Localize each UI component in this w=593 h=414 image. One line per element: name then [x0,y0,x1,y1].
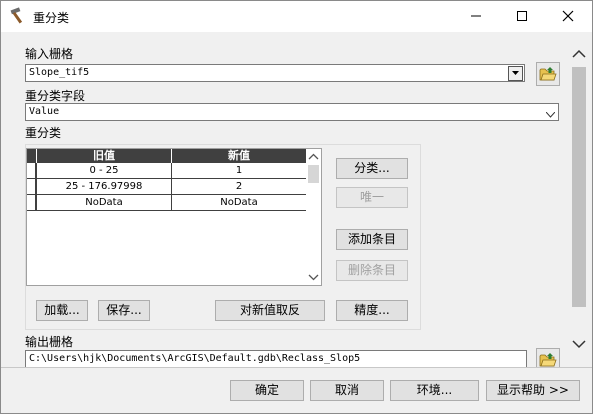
row-selector[interactable] [27,163,37,178]
dialog-footer: 确定 取消 环境... 显示帮助 >> [1,367,592,413]
open-folder-icon [539,353,557,367]
input-raster-value: Slope_tif5 [29,67,90,78]
main-scroll-thumb[interactable] [572,67,586,307]
output-raster-label: 输出栅格 [25,335,74,349]
input-raster-field[interactable]: Slope_tif5 [25,64,525,82]
ok-button[interactable]: 确定 [230,380,304,401]
reclassification-label: 重分类 [25,126,62,140]
add-entry-button[interactable]: 添加条目 [336,229,408,250]
title-bar: 重分类 [1,1,592,32]
old-value-cell[interactable]: 25 - 176.97998 [37,179,172,194]
save-button[interactable]: 保存... [98,300,150,321]
environments-button[interactable]: 环境... [390,380,479,401]
table-row[interactable]: 25 - 176.97998 2 [27,179,307,195]
scroll-down-icon[interactable] [306,271,321,283]
precision-button[interactable]: 精度... [336,300,408,321]
reverse-new-values-button[interactable]: 对新值取反 [215,300,325,321]
old-value-cell[interactable]: 0 - 25 [37,163,172,178]
table-row[interactable]: NoData NoData [27,195,307,211]
new-value-cell[interactable]: 1 [172,163,307,178]
close-button[interactable] [545,1,591,31]
scroll-down-icon[interactable] [569,337,589,351]
column-header-new-value[interactable]: 新值 [172,149,307,163]
output-raster-field[interactable]: C:\Users\hjk\Documents\ArcGIS\Default.gd… [25,350,527,368]
output-raster-value: C:\Users\hjk\Documents\ArcGIS\Default.gd… [29,353,361,364]
parameters-panel: 输入栅格 Slope_tif5 重分类字段 Value 重分类 旧值 新值 0 … [11,33,568,372]
new-value-cell[interactable]: NoData [172,195,307,210]
reclassification-group: 旧值 新值 0 - 25 1 25 - 176.97998 2 NoData N… [25,144,421,330]
header-row-selector [27,149,37,163]
table-scroll-thumb[interactable] [308,165,319,183]
unique-button[interactable]: 唯一 [336,187,408,208]
chevron-down-icon [545,107,556,121]
input-raster-dropdown[interactable] [508,66,523,81]
window-title: 重分类 [33,11,70,25]
row-selector[interactable] [27,179,37,194]
old-value-cell[interactable]: NoData [37,195,172,210]
maximize-icon [517,11,527,21]
reclass-field-select[interactable]: Value [25,103,559,121]
input-raster-browse-button[interactable] [536,62,560,86]
table-row[interactable]: 0 - 25 1 [27,163,307,179]
column-header-old-value[interactable]: 旧值 [37,149,172,163]
delete-entry-button[interactable]: 删除条目 [336,260,408,281]
table-header: 旧值 新值 [27,149,307,163]
scroll-up-icon[interactable] [306,151,321,163]
table-scrollbar[interactable] [306,149,321,285]
minimize-icon [471,15,481,17]
open-folder-icon [539,67,557,81]
chevron-down-icon [512,71,519,75]
row-selector[interactable] [27,195,37,210]
reclass-field-value: Value [29,106,60,117]
input-raster-label: 输入栅格 [25,47,74,61]
show-help-button[interactable]: 显示帮助 >> [486,380,580,401]
cancel-button[interactable]: 取消 [310,380,384,401]
reclass-field-label: 重分类字段 [25,89,86,103]
dialog-window: 重分类 输入栅格 Slope_tif5 重分类字段 Value 重分类 旧值 新… [0,0,593,414]
main-scrollbar[interactable] [569,41,589,363]
minimize-button[interactable] [453,1,499,31]
close-icon [562,10,574,22]
scroll-up-icon[interactable] [569,47,589,61]
load-button[interactable]: 加载... [36,300,88,321]
new-value-cell[interactable]: 2 [172,179,307,194]
classify-button[interactable]: 分类... [336,158,408,179]
maximize-button[interactable] [499,1,545,31]
reclass-table[interactable]: 旧值 新值 0 - 25 1 25 - 176.97998 2 NoData N… [26,148,322,286]
hammer-icon [9,7,27,25]
